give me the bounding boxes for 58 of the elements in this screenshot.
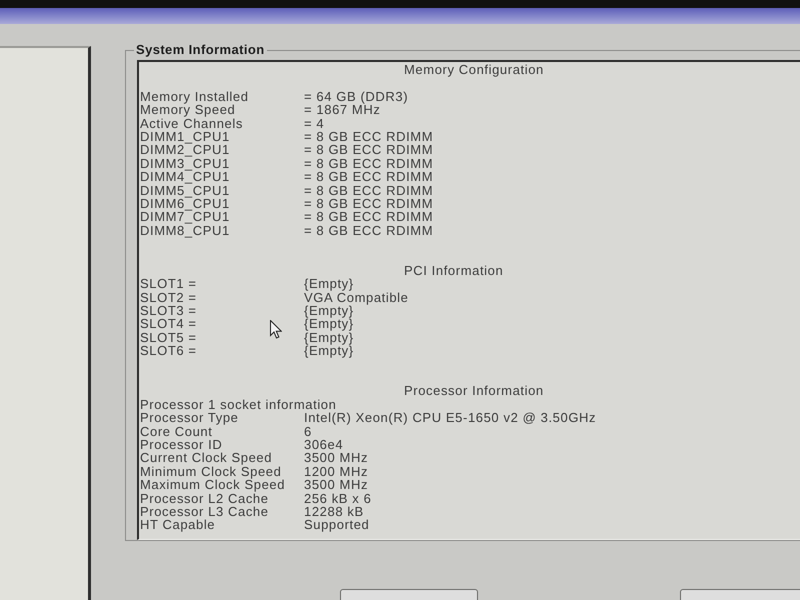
field-label: Maximum Clock Speed	[140, 478, 286, 492]
field-label: SLOT4 =	[140, 317, 197, 331]
field-label: Minimum Clock Speed	[140, 464, 282, 478]
field-label: Memory Speed	[140, 103, 236, 117]
section-heading: Processor Information	[404, 384, 544, 398]
field-label: DIMM7_CPU1	[140, 210, 230, 224]
field-value: = 8 GB ECC RDIMM	[304, 184, 434, 197]
field-label: Core Count	[140, 424, 212, 438]
field-label: Processor Type	[140, 411, 238, 425]
field-label: Processor 1 socket information	[140, 398, 336, 412]
field-label: SLOT3 =	[140, 304, 197, 318]
field-value: = 8 GB ECC RDIMM	[304, 170, 434, 184]
field-value: 12288 kB	[304, 504, 364, 518]
field-value: Intel(R) Xeon(R) CPU E5-1650 v2 @ 3.50GHz	[304, 411, 596, 425]
group-title: System Information	[135, 43, 266, 57]
field-value: {Empty}	[304, 330, 354, 344]
field-value: {Empty}	[304, 317, 354, 331]
field-label: Memory Installed	[140, 90, 249, 104]
field-value: 3500 MHz	[304, 451, 368, 465]
field-label: DIMM5_CPU1	[140, 184, 230, 197]
field-value: 3500 MHz	[304, 478, 368, 492]
field-value: = 8 GB ECC RDIMM	[304, 130, 434, 144]
field-label: DIMM3_CPU1	[140, 156, 230, 170]
field-value: 1200 MHz	[304, 464, 368, 478]
section-heading: PCI Information	[404, 264, 504, 278]
field-label: DIMM4_CPU1	[140, 170, 230, 184]
field-label: SLOT1 =	[140, 277, 197, 291]
field-label: SLOT6 =	[140, 344, 197, 358]
field-label: SLOT2 =	[140, 290, 197, 304]
field-value: {Empty}	[304, 277, 354, 291]
field-value: = 8 GB ECC RDIMM	[304, 196, 434, 210]
field-value: {Empty}	[304, 344, 354, 358]
field-label: Processor L2 Cache	[140, 492, 269, 505]
field-value: = 1867 MHz	[304, 103, 380, 117]
field-value: = 8 GB ECC RDIMM	[304, 210, 434, 224]
field-label: Active Channels	[140, 116, 243, 130]
field-value: Supported	[304, 518, 370, 532]
field-value: 306e4	[304, 438, 344, 452]
field-value: = 8 GB ECC RDIMM	[304, 156, 434, 170]
field-label: HT Capable	[140, 518, 216, 532]
field-label: DIMM2_CPU1	[140, 143, 230, 157]
field-value: 256 kB x 6	[304, 492, 372, 505]
field-label: DIMM8_CPU1	[140, 224, 230, 238]
field-label: DIMM1_CPU1	[140, 130, 230, 144]
field-label: DIMM6_CPU1	[140, 196, 230, 210]
field-label: Current Clock Speed	[140, 451, 272, 465]
field-value: {Empty}	[304, 304, 354, 318]
field-value: = 8 GB ECC RDIMM	[304, 224, 434, 238]
field-value: = 64 GB (DDR3)	[304, 90, 408, 104]
field-value: = 4	[304, 116, 324, 130]
field-value: = 8 GB ECC RDIMM	[304, 143, 434, 157]
field-value: VGA Compatible	[304, 290, 409, 304]
mouse-pointer-icon	[270, 320, 282, 339]
field-label: Processor ID	[140, 438, 222, 452]
section-heading: Memory Configuration	[404, 63, 544, 76]
field-value: 6	[304, 424, 312, 438]
field-label: Processor L3 Cache	[140, 504, 269, 518]
field-label: SLOT5 =	[140, 330, 197, 344]
